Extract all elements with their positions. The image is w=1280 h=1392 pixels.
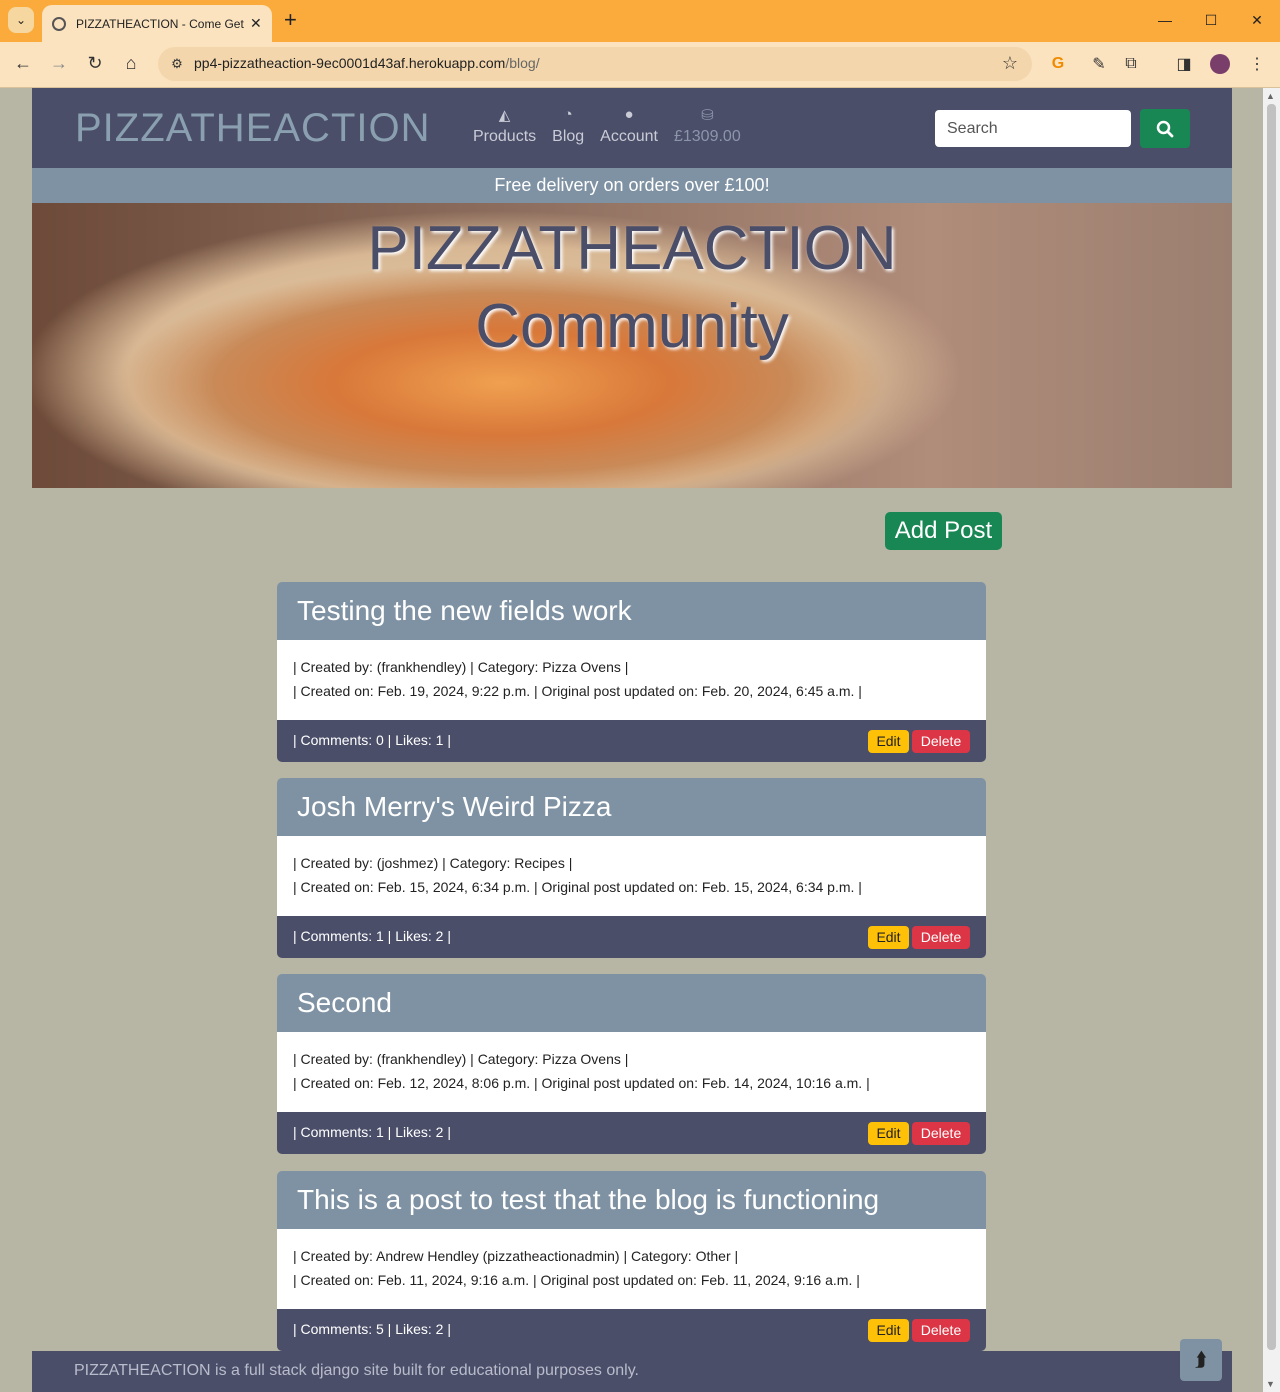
edit-button[interactable]: Edit (868, 1319, 909, 1342)
close-window-icon[interactable]: ✕ (1234, 0, 1280, 40)
post-body: | Created by: (joshmez) | Category: Reci… (277, 836, 986, 916)
post-footer: | Comments: 1 | Likes: 2 | Edit Delete (277, 1112, 986, 1154)
post-title[interactable]: This is a post to test that the blog is … (277, 1171, 986, 1229)
browser-tab[interactable]: PIZZATHEACTION - Come Get S ✕ (42, 5, 272, 42)
search-icon (1156, 120, 1174, 137)
nav-basket[interactable]: ⛁ £1309.00 (674, 106, 741, 146)
main-nav: ◭ Products ◔ Blog ● Account ⛁ £1309.00 (473, 106, 741, 146)
post-stats: | Comments: 1 | Likes: 2 | (293, 928, 451, 944)
post-footer: | Comments: 0 | Likes: 1 | Edit Delete (277, 720, 986, 762)
home-icon[interactable]: ⌂ (119, 53, 143, 74)
search-button[interactable] (1140, 109, 1190, 148)
site-footer: PIZZATHEACTION is a full stack django si… (32, 1351, 1232, 1392)
nav-blog-label: Blog (552, 128, 585, 145)
edit-button[interactable]: Edit (868, 1122, 909, 1145)
back-to-top-button[interactable]: ⮭ (1180, 1339, 1222, 1381)
blog-icon: ◔ (563, 106, 573, 123)
edit-button[interactable]: Edit (868, 730, 909, 753)
reload-icon[interactable]: ↻ (83, 53, 107, 74)
page-scrollbar[interactable]: ▲ ▼ (1263, 88, 1280, 1392)
delete-button[interactable]: Delete (912, 926, 970, 949)
post-meta-author: | Created by: (joshmez) | Category: Reci… (293, 855, 573, 871)
post-body: | Created by: (frankhendley) | Category:… (277, 1032, 986, 1112)
footer-text: PIZZATHEACTION is a full stack django si… (74, 1362, 639, 1379)
profile-avatar[interactable] (1210, 54, 1230, 74)
address-bar[interactable]: ⚙ pp4-pizzatheaction-9ec0001d43af.heroku… (158, 47, 1032, 81)
hero-image: PIZZATHEACTION Community (32, 203, 1232, 488)
delete-button[interactable]: Delete (912, 1122, 970, 1145)
site-header: PIZZATHEACTION ◭ Products ◔ Blog ● Accou… (32, 88, 1232, 168)
forward-icon[interactable]: → (47, 53, 71, 74)
hero-subtitle: Community (475, 292, 789, 361)
site-logo[interactable]: PIZZATHEACTION (75, 106, 430, 151)
minimize-icon[interactable]: — (1142, 0, 1188, 40)
user-icon: ● (624, 106, 634, 123)
post-title[interactable]: Josh Merry's Weird Pizza (277, 778, 986, 836)
nav-products-label: Products (473, 128, 537, 145)
search-input[interactable] (935, 110, 1131, 147)
post-card: Testing the new fields work | Created by… (277, 582, 986, 762)
delete-button[interactable]: Delete (912, 730, 970, 753)
url-path: /blog/ (505, 55, 540, 71)
post-footer: | Comments: 1 | Likes: 2 | Edit Delete (277, 916, 986, 958)
menu-kebab-icon[interactable]: ⋮ (1247, 54, 1267, 74)
nav-products[interactable]: ◭ Products (473, 106, 536, 146)
post-meta-dates: | Created on: Feb. 15, 2024, 6:34 p.m. |… (293, 879, 862, 895)
side-panel-icon[interactable]: ◨ (1174, 54, 1194, 74)
nav-account[interactable]: ● Account (600, 106, 658, 146)
back-icon[interactable]: ← (11, 53, 35, 74)
scroll-down-icon[interactable]: ▼ (1266, 1379, 1275, 1389)
post-card: Second | Created by: (frankhendley) | Ca… (277, 974, 986, 1154)
browser-tab-bar: ⌄ PIZZATHEACTION - Come Get S ✕ + — ☐ ✕ (0, 0, 1280, 42)
extension-pen-icon[interactable]: ✎ (1089, 54, 1109, 74)
post-meta-dates: | Created on: Feb. 12, 2024, 8:06 p.m. |… (293, 1075, 870, 1091)
browser-toolbar: ← → ↻ ⌂ ⚙ pp4-pizzatheaction-9ec0001d43a… (0, 42, 1280, 88)
hero-title: PIZZATHEACTION (367, 214, 897, 283)
post-stats: | Comments: 1 | Likes: 2 | (293, 1124, 451, 1140)
delivery-banner: Free delivery on orders over £100! (32, 168, 1232, 203)
url-text[interactable]: pp4-pizzatheaction-9ec0001d43af.herokuap… (194, 55, 540, 71)
scroll-up-icon[interactable]: ▲ (1266, 91, 1275, 101)
add-post-button[interactable]: Add Post (885, 512, 1002, 550)
post-meta-author: | Created by: (frankhendley) | Category:… (293, 1051, 629, 1067)
post-meta-author: | Created by: Andrew Hendley (pizzatheac… (293, 1248, 739, 1264)
post-meta-dates: | Created on: Feb. 11, 2024, 9:16 a.m. |… (293, 1272, 860, 1288)
arrow-up-icon: ⮭ (1195, 1349, 1207, 1371)
post-meta-author: | Created by: (frankhendley) | Category:… (293, 659, 629, 675)
tab-close-icon[interactable]: ✕ (250, 15, 262, 32)
post-title[interactable]: Second (277, 974, 986, 1032)
globe-icon (52, 16, 66, 31)
edit-button[interactable]: Edit (868, 926, 909, 949)
url-domain: pp4-pizzatheaction-9ec0001d43af.herokuap… (194, 55, 506, 71)
post-footer: | Comments: 5 | Likes: 2 | Edit Delete (277, 1309, 986, 1351)
pizza-slice-icon: ◭ (498, 107, 511, 124)
basket-icon: ⛁ (701, 107, 714, 124)
basket-total: £1309.00 (673, 128, 741, 145)
post-meta-dates: | Created on: Feb. 19, 2024, 9:22 p.m. |… (293, 683, 862, 699)
tab-title: PIZZATHEACTION - Come Get S (76, 16, 246, 31)
post-stats: | Comments: 5 | Likes: 2 | (293, 1321, 451, 1337)
tab-search-button[interactable]: ⌄ (8, 7, 34, 33)
bookmark-star-icon[interactable]: ☆ (1002, 53, 1018, 74)
nav-blog[interactable]: ◔ Blog (552, 106, 584, 146)
post-body: | Created by: Andrew Hendley (pizzatheac… (277, 1229, 986, 1309)
extensions-puzzle-icon[interactable]: ⧉ (1121, 54, 1141, 74)
post-card: Josh Merry's Weird Pizza | Created by: (… (277, 778, 986, 958)
new-tab-button[interactable]: + (284, 8, 297, 32)
scroll-thumb[interactable] (1267, 104, 1276, 1350)
post-title[interactable]: Testing the new fields work (277, 582, 986, 640)
nav-account-label: Account (600, 128, 658, 145)
post-card: This is a post to test that the blog is … (277, 1171, 986, 1351)
post-body: | Created by: (frankhendley) | Category:… (277, 640, 986, 720)
post-stats: | Comments: 0 | Likes: 1 | (293, 732, 451, 748)
delete-button[interactable]: Delete (912, 1319, 970, 1342)
maximize-icon[interactable]: ☐ (1188, 0, 1234, 40)
site-info-icon[interactable]: ⚙ (168, 55, 186, 73)
extension-icon[interactable]: G (1048, 54, 1068, 74)
